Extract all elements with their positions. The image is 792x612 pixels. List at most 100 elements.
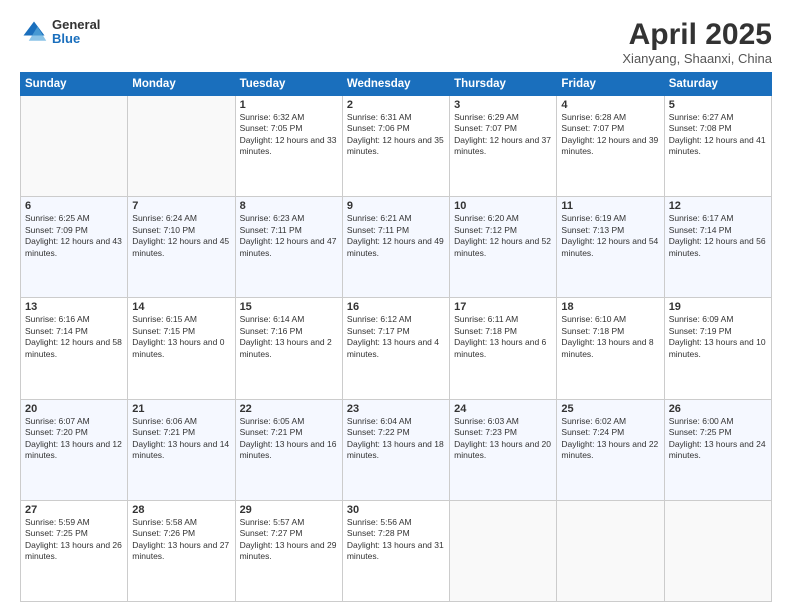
- day-number: 24: [454, 403, 552, 415]
- table-row: 15Sunrise: 6:14 AMSunset: 7:16 PMDayligh…: [235, 298, 342, 399]
- table-row: 1Sunrise: 6:32 AMSunset: 7:05 PMDaylight…: [235, 96, 342, 197]
- table-row: 6Sunrise: 6:25 AMSunset: 7:09 PMDaylight…: [21, 197, 128, 298]
- page: General Blue April 2025 Xianyang, Shaanx…: [0, 0, 792, 612]
- table-row: 21Sunrise: 6:06 AMSunset: 7:21 PMDayligh…: [128, 399, 235, 500]
- location-subtitle: Xianyang, Shaanxi, China: [622, 51, 772, 66]
- day-info: Sunrise: 6:07 AMSunset: 7:20 PMDaylight:…: [25, 416, 123, 462]
- day-number: 13: [25, 301, 123, 313]
- logo-text: General Blue: [52, 18, 100, 47]
- day-number: 25: [561, 403, 659, 415]
- day-number: 26: [669, 403, 767, 415]
- day-number: 4: [561, 99, 659, 111]
- day-info: Sunrise: 6:27 AMSunset: 7:08 PMDaylight:…: [669, 112, 767, 158]
- table-row: 18Sunrise: 6:10 AMSunset: 7:18 PMDayligh…: [557, 298, 664, 399]
- table-row: 2Sunrise: 6:31 AMSunset: 7:06 PMDaylight…: [342, 96, 449, 197]
- table-row: 5Sunrise: 6:27 AMSunset: 7:08 PMDaylight…: [664, 96, 771, 197]
- day-info: Sunrise: 6:14 AMSunset: 7:16 PMDaylight:…: [240, 314, 338, 360]
- table-row: 17Sunrise: 6:11 AMSunset: 7:18 PMDayligh…: [450, 298, 557, 399]
- day-number: 29: [240, 504, 338, 516]
- day-info: Sunrise: 6:31 AMSunset: 7:06 PMDaylight:…: [347, 112, 445, 158]
- day-info: Sunrise: 6:16 AMSunset: 7:14 PMDaylight:…: [25, 314, 123, 360]
- day-number: 2: [347, 99, 445, 111]
- day-number: 3: [454, 99, 552, 111]
- table-row: 16Sunrise: 6:12 AMSunset: 7:17 PMDayligh…: [342, 298, 449, 399]
- table-row: 10Sunrise: 6:20 AMSunset: 7:12 PMDayligh…: [450, 197, 557, 298]
- table-row: 9Sunrise: 6:21 AMSunset: 7:11 PMDaylight…: [342, 197, 449, 298]
- day-number: 22: [240, 403, 338, 415]
- day-info: Sunrise: 6:32 AMSunset: 7:05 PMDaylight:…: [240, 112, 338, 158]
- table-row: [128, 96, 235, 197]
- table-row: 27Sunrise: 5:59 AMSunset: 7:25 PMDayligh…: [21, 500, 128, 601]
- col-thursday: Thursday: [450, 73, 557, 96]
- day-info: Sunrise: 5:57 AMSunset: 7:27 PMDaylight:…: [240, 517, 338, 563]
- calendar-table: Sunday Monday Tuesday Wednesday Thursday…: [20, 72, 772, 602]
- day-number: 19: [669, 301, 767, 313]
- calendar-week-row: 27Sunrise: 5:59 AMSunset: 7:25 PMDayligh…: [21, 500, 772, 601]
- day-info: Sunrise: 6:05 AMSunset: 7:21 PMDaylight:…: [240, 416, 338, 462]
- day-number: 7: [132, 200, 230, 212]
- day-info: Sunrise: 6:12 AMSunset: 7:17 PMDaylight:…: [347, 314, 445, 360]
- table-row: 19Sunrise: 6:09 AMSunset: 7:19 PMDayligh…: [664, 298, 771, 399]
- title-block: April 2025 Xianyang, Shaanxi, China: [622, 18, 772, 66]
- day-info: Sunrise: 6:21 AMSunset: 7:11 PMDaylight:…: [347, 213, 445, 259]
- table-row: [450, 500, 557, 601]
- day-info: Sunrise: 6:04 AMSunset: 7:22 PMDaylight:…: [347, 416, 445, 462]
- day-info: Sunrise: 6:28 AMSunset: 7:07 PMDaylight:…: [561, 112, 659, 158]
- logo-general-text: General: [52, 18, 100, 32]
- col-tuesday: Tuesday: [235, 73, 342, 96]
- day-info: Sunrise: 6:03 AMSunset: 7:23 PMDaylight:…: [454, 416, 552, 462]
- day-info: Sunrise: 6:10 AMSunset: 7:18 PMDaylight:…: [561, 314, 659, 360]
- day-info: Sunrise: 6:06 AMSunset: 7:21 PMDaylight:…: [132, 416, 230, 462]
- table-row: 12Sunrise: 6:17 AMSunset: 7:14 PMDayligh…: [664, 197, 771, 298]
- table-row: 30Sunrise: 5:56 AMSunset: 7:28 PMDayligh…: [342, 500, 449, 601]
- table-row: 7Sunrise: 6:24 AMSunset: 7:10 PMDaylight…: [128, 197, 235, 298]
- day-info: Sunrise: 5:56 AMSunset: 7:28 PMDaylight:…: [347, 517, 445, 563]
- logo-blue-text: Blue: [52, 32, 100, 46]
- table-row: 8Sunrise: 6:23 AMSunset: 7:11 PMDaylight…: [235, 197, 342, 298]
- day-number: 27: [25, 504, 123, 516]
- day-number: 15: [240, 301, 338, 313]
- day-info: Sunrise: 6:17 AMSunset: 7:14 PMDaylight:…: [669, 213, 767, 259]
- calendar-week-row: 13Sunrise: 6:16 AMSunset: 7:14 PMDayligh…: [21, 298, 772, 399]
- month-title: April 2025: [622, 18, 772, 51]
- day-number: 21: [132, 403, 230, 415]
- calendar-week-row: 1Sunrise: 6:32 AMSunset: 7:05 PMDaylight…: [21, 96, 772, 197]
- day-info: Sunrise: 5:58 AMSunset: 7:26 PMDaylight:…: [132, 517, 230, 563]
- day-info: Sunrise: 6:24 AMSunset: 7:10 PMDaylight:…: [132, 213, 230, 259]
- col-wednesday: Wednesday: [342, 73, 449, 96]
- table-row: [664, 500, 771, 601]
- day-number: 11: [561, 200, 659, 212]
- table-row: 23Sunrise: 6:04 AMSunset: 7:22 PMDayligh…: [342, 399, 449, 500]
- table-row: 20Sunrise: 6:07 AMSunset: 7:20 PMDayligh…: [21, 399, 128, 500]
- day-number: 16: [347, 301, 445, 313]
- day-info: Sunrise: 5:59 AMSunset: 7:25 PMDaylight:…: [25, 517, 123, 563]
- day-info: Sunrise: 6:29 AMSunset: 7:07 PMDaylight:…: [454, 112, 552, 158]
- day-number: 17: [454, 301, 552, 313]
- day-number: 23: [347, 403, 445, 415]
- day-info: Sunrise: 6:25 AMSunset: 7:09 PMDaylight:…: [25, 213, 123, 259]
- logo: General Blue: [20, 18, 100, 47]
- logo-icon: [20, 18, 48, 46]
- day-info: Sunrise: 6:19 AMSunset: 7:13 PMDaylight:…: [561, 213, 659, 259]
- table-row: 24Sunrise: 6:03 AMSunset: 7:23 PMDayligh…: [450, 399, 557, 500]
- day-number: 6: [25, 200, 123, 212]
- day-number: 10: [454, 200, 552, 212]
- calendar-week-row: 20Sunrise: 6:07 AMSunset: 7:20 PMDayligh…: [21, 399, 772, 500]
- table-row: 29Sunrise: 5:57 AMSunset: 7:27 PMDayligh…: [235, 500, 342, 601]
- calendar-header-row: Sunday Monday Tuesday Wednesday Thursday…: [21, 73, 772, 96]
- day-number: 9: [347, 200, 445, 212]
- col-saturday: Saturday: [664, 73, 771, 96]
- day-number: 30: [347, 504, 445, 516]
- day-number: 20: [25, 403, 123, 415]
- day-info: Sunrise: 6:15 AMSunset: 7:15 PMDaylight:…: [132, 314, 230, 360]
- col-sunday: Sunday: [21, 73, 128, 96]
- day-info: Sunrise: 6:11 AMSunset: 7:18 PMDaylight:…: [454, 314, 552, 360]
- day-number: 12: [669, 200, 767, 212]
- table-row: [557, 500, 664, 601]
- day-info: Sunrise: 6:20 AMSunset: 7:12 PMDaylight:…: [454, 213, 552, 259]
- day-number: 8: [240, 200, 338, 212]
- table-row: 4Sunrise: 6:28 AMSunset: 7:07 PMDaylight…: [557, 96, 664, 197]
- day-number: 1: [240, 99, 338, 111]
- day-info: Sunrise: 6:00 AMSunset: 7:25 PMDaylight:…: [669, 416, 767, 462]
- table-row: 22Sunrise: 6:05 AMSunset: 7:21 PMDayligh…: [235, 399, 342, 500]
